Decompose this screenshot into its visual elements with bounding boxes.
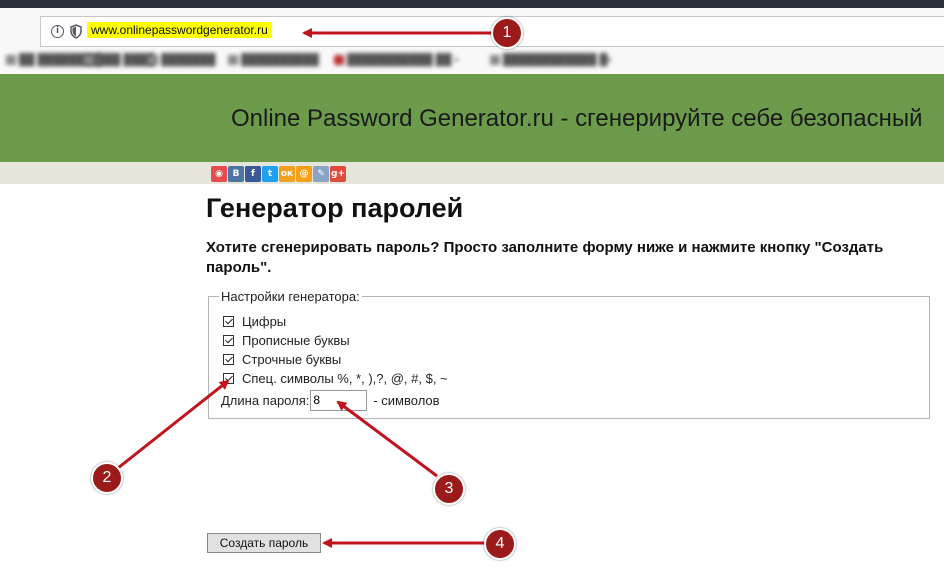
vk-icon[interactable]: В bbox=[228, 166, 244, 182]
bookmark-item-blurred[interactable]: ██████████ bbox=[228, 54, 319, 67]
bookmark-item-blurred[interactable]: ███████ bbox=[148, 54, 216, 67]
annotation-badge-2: 2 bbox=[91, 462, 123, 494]
digits-label: Цифры bbox=[242, 313, 287, 329]
bookmark-item-blurred[interactable]: ████████████ █▪ bbox=[490, 54, 611, 67]
uppercase-checkbox[interactable] bbox=[223, 334, 234, 346]
mailru-icon[interactable]: @ bbox=[296, 166, 312, 182]
bookmark-item-blurred[interactable]: ███ ████ bbox=[84, 54, 155, 67]
googleplus-icon[interactable]: g+ bbox=[330, 166, 346, 182]
browser-toolbar: i www.onlinepasswordgenerator.ru bbox=[0, 8, 944, 48]
url-text[interactable]: www.onlinepasswordgenerator.ru bbox=[87, 22, 272, 38]
odnoklassniki-icon[interactable]: ок bbox=[279, 166, 295, 182]
annotation-badge-4: 4 bbox=[484, 528, 516, 560]
annotation-badge-3: 3 bbox=[433, 473, 465, 505]
bookmark-item-blurred[interactable]: ███████████ ██ ▪ bbox=[334, 54, 458, 67]
shield-icon[interactable] bbox=[70, 24, 82, 39]
page-title: Генератор паролей bbox=[206, 193, 464, 223]
option-special[interactable]: Спец. символы %, *, ),?, @, #, $, ~ bbox=[223, 369, 448, 387]
length-suffix: - символов bbox=[373, 392, 440, 408]
lowercase-label: Строчные буквы bbox=[242, 351, 342, 367]
special-label: Спец. символы %, *, ),?, @, #, $, ~ bbox=[242, 370, 448, 386]
twitter-icon[interactable]: t bbox=[262, 166, 278, 182]
share-icons: ◉ В f t ок @ ✎ g+ bbox=[211, 166, 346, 182]
browser-top-strip bbox=[0, 0, 944, 8]
facebook-icon[interactable]: f bbox=[245, 166, 261, 182]
length-row: Длина пароля: - символов bbox=[221, 389, 440, 411]
lowercase-checkbox[interactable] bbox=[223, 353, 234, 365]
digits-checkbox[interactable] bbox=[223, 315, 234, 327]
intro-text: Хотите сгенерировать пароль? Просто запо… bbox=[206, 239, 884, 276]
info-icon[interactable]: i bbox=[51, 25, 64, 38]
special-checkbox[interactable] bbox=[223, 372, 234, 384]
length-label: Длина пароля: bbox=[221, 392, 310, 408]
annotation-badge-1: 1 bbox=[491, 17, 523, 49]
option-digits[interactable]: Цифры bbox=[223, 312, 286, 330]
generate-password-button[interactable]: Создать пароль bbox=[207, 533, 321, 553]
banner-title: Online Password Generator.ru - сгенериру… bbox=[231, 105, 923, 132]
settings-legend: Настройки генератора: bbox=[221, 289, 360, 304]
option-lowercase[interactable]: Строчные буквы bbox=[223, 350, 341, 368]
livejournal-icon[interactable]: ✎ bbox=[313, 166, 329, 182]
length-input[interactable] bbox=[310, 389, 368, 411]
option-uppercase[interactable]: Прописные буквы bbox=[223, 331, 350, 349]
share-bar bbox=[0, 162, 944, 184]
site-banner: Online Password Generator.ru - сгенериру… bbox=[0, 74, 944, 162]
pocket-icon[interactable]: ◉ bbox=[211, 166, 227, 182]
uppercase-label: Прописные буквы bbox=[242, 332, 350, 348]
bookmarks-toolbar: ██ ████████ ███ ████ ███████ ██████████ … bbox=[0, 48, 944, 75]
